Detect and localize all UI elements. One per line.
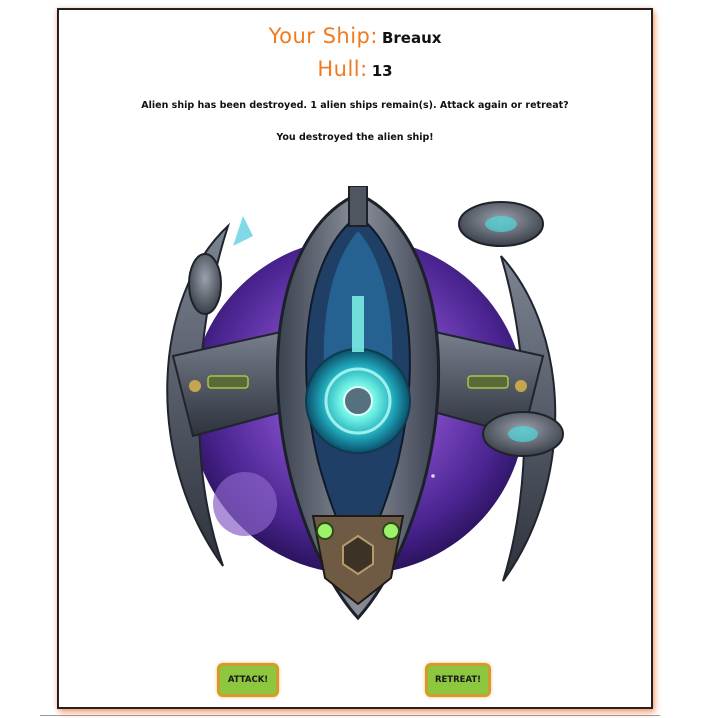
escort-pod-left (188, 253, 222, 315)
planet-moon (213, 472, 277, 536)
status-message: Alien ship has been destroyed. 1 alien s… (141, 100, 569, 111)
ship-heading: Your Ship: Breaux (59, 24, 651, 48)
left-engine-light (316, 522, 334, 540)
ship-name: Breaux (381, 29, 442, 47)
result-message: You destroyed the alien ship! (276, 132, 434, 143)
spaceship-illustration (166, 186, 564, 621)
right-engine-light (382, 522, 400, 540)
bottom-divider (40, 715, 660, 716)
hull-value: 13 (371, 62, 393, 80)
hull-heading: Hull: 13 (59, 57, 651, 81)
attack-button[interactable]: ATTACK! (217, 663, 279, 697)
game-panel: Your Ship: Breaux Hull: 13 Alien ship has … (57, 8, 653, 709)
hull-label: Hull: (317, 57, 368, 81)
ship-label: Your Ship: (268, 24, 378, 48)
retreat-button[interactable]: RETREAT! (425, 663, 491, 697)
top-antenna (348, 186, 368, 227)
